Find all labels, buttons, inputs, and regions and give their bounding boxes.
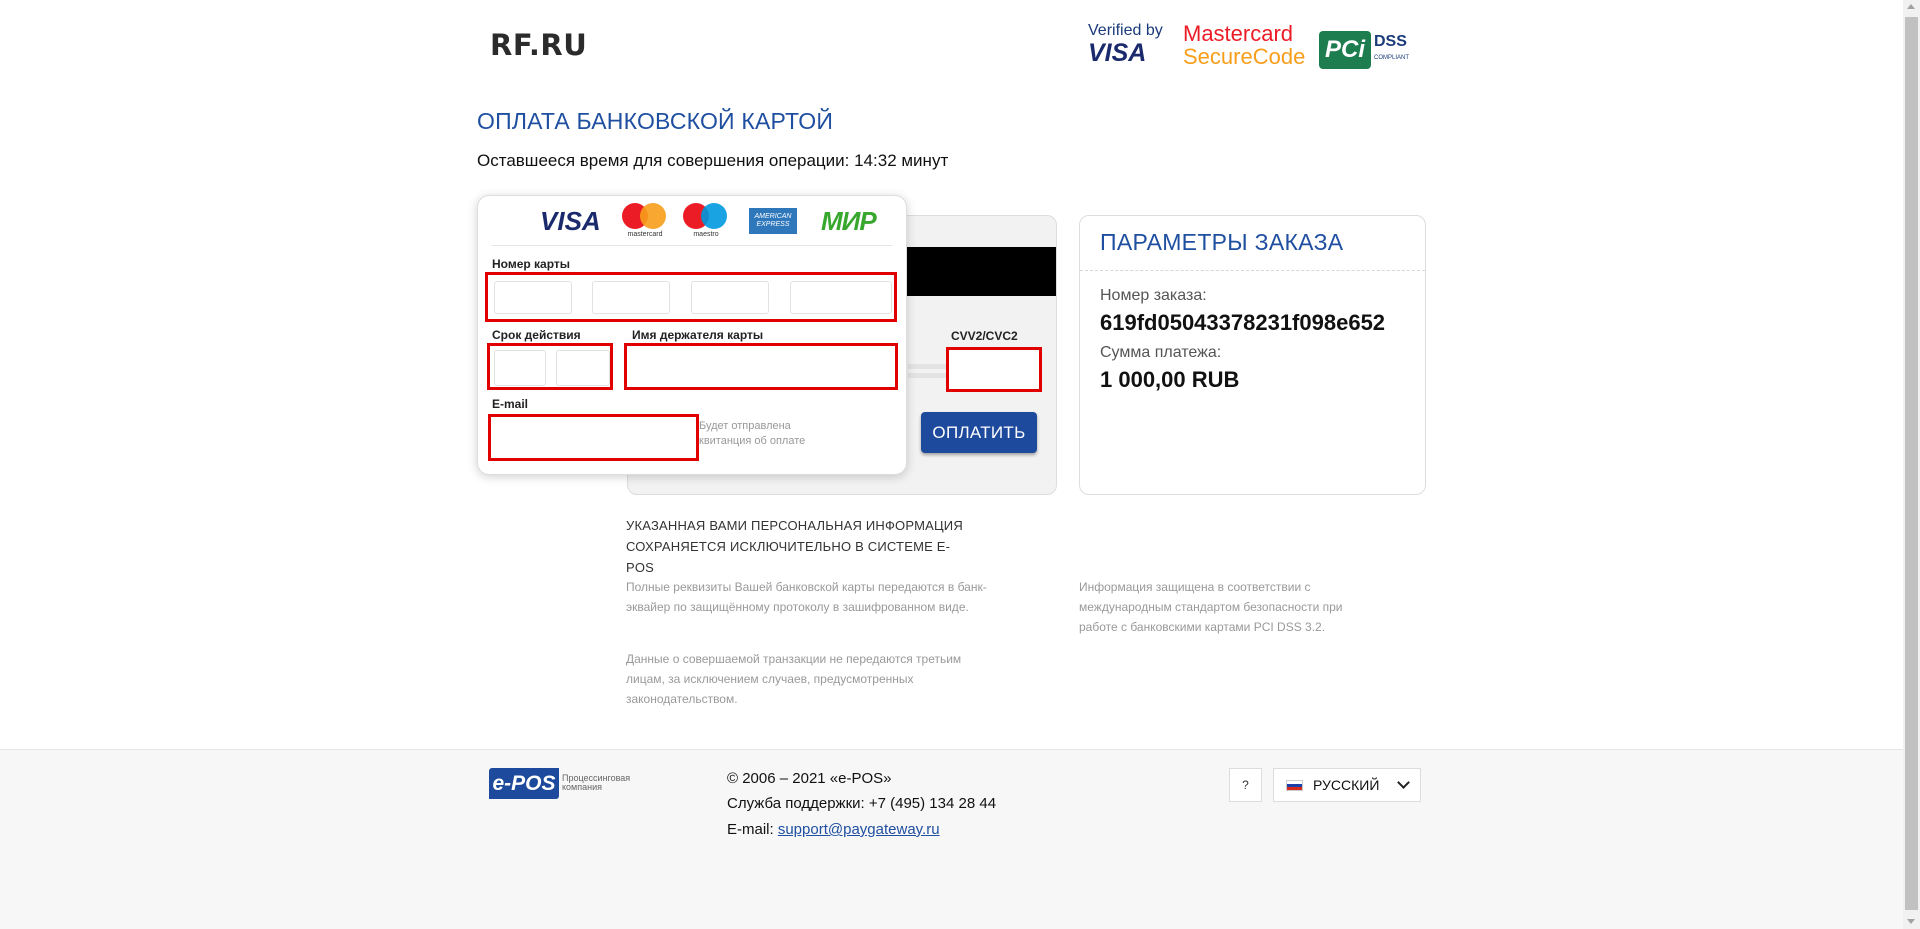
order-number-label: Номер заказа: (1100, 287, 1207, 304)
scroll-down-arrow-icon[interactable] (1907, 919, 1915, 924)
dss-text: DSS (1374, 33, 1407, 50)
card-number-label: Номер карты (492, 257, 571, 271)
card-number-segment-3[interactable] (691, 281, 769, 314)
privacy-heading: УКАЗАННАЯ ВАМИ ПЕРСОНАЛЬНАЯ ИНФОРМАЦИЯ С… (626, 518, 963, 575)
cardholder-field[interactable] (624, 343, 898, 390)
card-brands: VISA mastercard maestro AMERICAN EXPRESS… (540, 201, 892, 241)
pci-dss-text: DSS COMPLIANT (1374, 34, 1409, 66)
language-select[interactable]: РУССКИЙ (1273, 768, 1421, 802)
expiry-month-input[interactable] (494, 350, 546, 386)
visa-text: VISA (1088, 39, 1147, 67)
mastercard-orange-circle-icon (640, 203, 666, 229)
cvv-field[interactable] (946, 347, 1042, 392)
order-number-value: 619fd05043378231f098e652 (1100, 310, 1386, 335)
cvv-label: CVV2/CVC2 (951, 329, 1018, 343)
security-text: Информация защищена в соответствии с меж… (1079, 580, 1343, 634)
expiry-field[interactable] (487, 343, 613, 390)
card-number-segment-1[interactable] (494, 281, 572, 314)
timer-text: Оставшееся время для совершения операции… (477, 151, 949, 170)
amount-label: Сумма платежа: (1100, 344, 1222, 361)
mastercard-logo: mastercard (622, 201, 668, 241)
order-title: ПАРАМЕТРЫ ЗАКАЗА (1100, 229, 1344, 255)
cardholder-label: Имя держателя карты (632, 328, 764, 342)
pci-dss-logo: PCi DSS COMPLIANT (1319, 25, 1417, 75)
epos-logo: e-POS (489, 768, 559, 799)
epos-tagline: Процессинговая компания (562, 773, 631, 792)
visa-logo: VISA (540, 205, 601, 236)
merchant-logo[interactable]: RF.RU (490, 28, 587, 62)
email-hint: Будет отправлена квитанция об оплате (699, 420, 806, 447)
payment-page: RF.RU Verified by VISA Mastercard Secure… (0, 0, 1903, 929)
maestro-blue-circle-icon (701, 203, 727, 229)
page-title: ОПЛАТА БАНКОВСКОЙ КАРТОЙ (477, 108, 834, 134)
footer (0, 749, 1903, 929)
mir-logo: МИР (821, 205, 877, 236)
support-phone-text: Служба поддержки: +7 (495) 134 28 44 (727, 795, 997, 812)
verified-by-text: Verified by (1088, 22, 1163, 39)
footer-email: E-mail: support@paygateway.ru (727, 821, 940, 838)
card-number-field[interactable] (485, 272, 897, 322)
securecode-text: SecureCode (1183, 44, 1306, 69)
maestro-caption: maestro (693, 231, 719, 238)
language-value: РУССКИЙ (1313, 777, 1380, 793)
copyright-text: © 2006 – 2021 «e-POS» (727, 770, 892, 787)
mastercard-text: Mastercard (1183, 21, 1294, 46)
russian-flag-icon (1286, 779, 1303, 791)
email-field[interactable] (488, 414, 699, 461)
amex-logo: AMERICAN EXPRESS (749, 208, 797, 234)
expiry-label: Срок действия (492, 328, 581, 342)
mastercard-caption: mastercard (627, 231, 663, 238)
compliant-text: COMPLIANT (1374, 55, 1410, 61)
vertical-scrollbar[interactable] (1903, 0, 1920, 929)
amount-value: 1 000,00 RUB (1100, 367, 1240, 392)
help-button[interactable]: ? (1229, 768, 1262, 802)
verified-by-visa-logo: Verified by VISA (1088, 22, 1170, 72)
maestro-logo: maestro (683, 201, 729, 241)
privacy-text-2: Данные о совершаемой транзакции не перед… (626, 652, 962, 706)
chevron-down-icon (1397, 776, 1410, 789)
email-label: E-mail (492, 397, 529, 411)
mastercard-securecode-logo: Mastercard SecureCode (1183, 21, 1306, 72)
card-number-segment-2[interactable] (592, 281, 670, 314)
footer-email-label: E-mail: (727, 821, 774, 838)
order-divider (1080, 270, 1425, 271)
pay-button[interactable]: ОПЛАТИТЬ (921, 412, 1037, 453)
expiry-year-input[interactable] (556, 350, 610, 386)
support-email-link[interactable]: support@paygateway.ru (778, 821, 940, 838)
card-number-segment-4[interactable] (790, 281, 892, 314)
privacy-text-1: Полные реквизиты Вашей банковской карты … (626, 580, 987, 614)
scroll-up-arrow-icon[interactable] (1907, 4, 1915, 9)
scrollbar-thumb[interactable] (1905, 17, 1918, 910)
brands-divider (492, 245, 892, 246)
pci-shield-icon: PCi (1319, 31, 1371, 69)
